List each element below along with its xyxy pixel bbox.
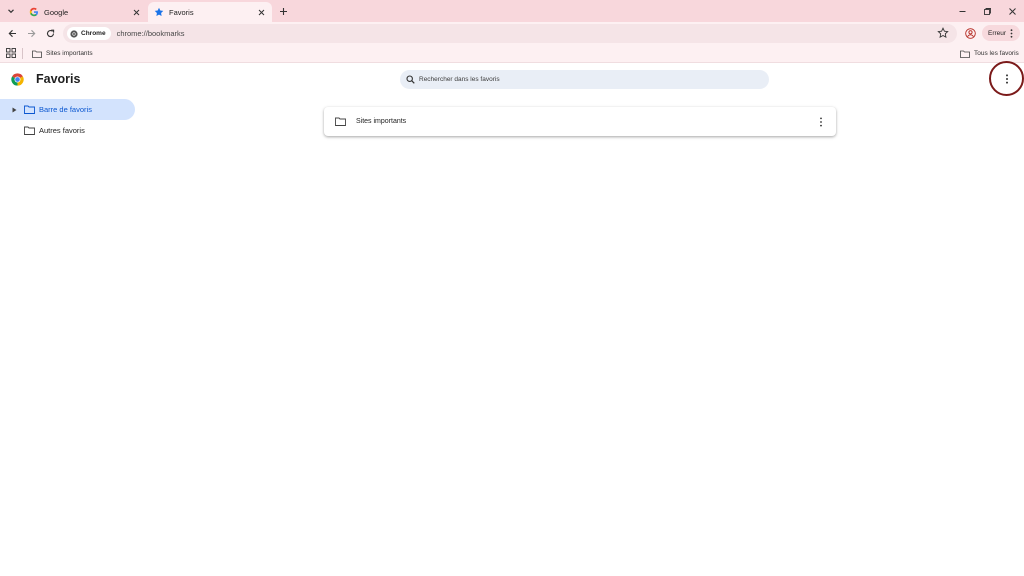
restore-icon bbox=[983, 7, 991, 15]
chevron-down-icon bbox=[8, 9, 14, 14]
minimize-icon bbox=[959, 10, 965, 12]
star-icon bbox=[154, 7, 164, 17]
more-vert-icon bbox=[1006, 74, 1008, 84]
divider bbox=[22, 48, 23, 59]
chrome-logo-icon bbox=[11, 73, 24, 86]
toolbar: Chrome chrome://bookmarks bbox=[0, 22, 1024, 44]
window-close-button[interactable] bbox=[1004, 3, 1020, 19]
all-bookmarks-label: Tous les favoris bbox=[974, 50, 1019, 57]
minimize-button[interactable] bbox=[954, 3, 970, 19]
bookmark-bar-item[interactable]: Sites importants bbox=[32, 47, 93, 60]
tab-google[interactable]: Google bbox=[23, 2, 147, 22]
forward-button[interactable] bbox=[23, 25, 39, 41]
bookmark-folder-row[interactable]: Sites importants bbox=[324, 107, 836, 136]
arrow-left-icon bbox=[8, 29, 16, 37]
plus-icon bbox=[279, 7, 287, 15]
bookmark-bar: Sites importants Tous les favoris bbox=[0, 44, 1024, 63]
back-button[interactable] bbox=[4, 25, 20, 41]
address-bar[interactable]: Chrome chrome://bookmarks bbox=[63, 24, 957, 43]
reload-icon bbox=[46, 29, 54, 37]
tab-strip: Google Favoris bbox=[0, 0, 1024, 22]
folder-icon bbox=[960, 50, 970, 58]
row-menu-button[interactable] bbox=[814, 115, 828, 129]
profile-icon bbox=[964, 27, 976, 39]
error-menu-button[interactable]: Erreur bbox=[982, 25, 1020, 41]
folder-icon bbox=[24, 126, 35, 135]
google-g-icon bbox=[29, 7, 39, 17]
all-bookmarks-button[interactable]: Tous les favoris bbox=[960, 47, 1019, 60]
more-vert-icon bbox=[820, 117, 822, 126]
url-text: chrome://bookmarks bbox=[116, 29, 185, 38]
tab-title: Favoris bbox=[169, 7, 194, 17]
bookmark-star-icon[interactable] bbox=[937, 27, 949, 39]
sidebar-item-label: Barre de favoris bbox=[39, 105, 92, 114]
tab-title: Google bbox=[44, 7, 69, 17]
chrome-icon bbox=[70, 29, 78, 38]
tab-favoris[interactable]: Favoris bbox=[148, 2, 272, 22]
folder-icon bbox=[32, 50, 42, 58]
new-tab-button[interactable] bbox=[276, 4, 290, 18]
folder-icon bbox=[24, 105, 35, 114]
sidebar-item-autres-favoris[interactable]: Autres favoris bbox=[0, 120, 85, 141]
expand-arrow-icon[interactable] bbox=[9, 105, 19, 115]
sidebar-item-barre-de-favoris[interactable]: Barre de favoris bbox=[0, 99, 135, 120]
arrow-right-icon bbox=[27, 29, 35, 37]
chip-label: Chrome bbox=[81, 30, 106, 37]
folder-label: Sites importants bbox=[356, 118, 407, 125]
close-icon[interactable] bbox=[131, 7, 141, 17]
search-input[interactable] bbox=[419, 76, 749, 83]
restore-button[interactable] bbox=[979, 3, 995, 19]
error-label: Erreur bbox=[988, 29, 1007, 37]
site-info-chip[interactable]: Chrome bbox=[67, 27, 111, 40]
close-icon bbox=[1008, 7, 1016, 15]
close-icon[interactable] bbox=[256, 7, 266, 17]
more-vert-icon bbox=[1010, 28, 1013, 38]
reload-button[interactable] bbox=[42, 25, 58, 41]
tab-search-button[interactable] bbox=[3, 3, 19, 19]
search-icon bbox=[406, 75, 415, 84]
bookmark-bar-item-label: Sites importants bbox=[46, 50, 93, 57]
organize-menu-button[interactable] bbox=[998, 70, 1016, 88]
apps-grid-icon[interactable] bbox=[6, 48, 16, 58]
sidebar-item-label: Autres favoris bbox=[39, 126, 85, 135]
page-title: Favoris bbox=[36, 72, 81, 86]
folder-icon bbox=[335, 117, 346, 126]
profile-button[interactable] bbox=[963, 26, 977, 40]
bookmarks-search[interactable] bbox=[400, 70, 769, 89]
